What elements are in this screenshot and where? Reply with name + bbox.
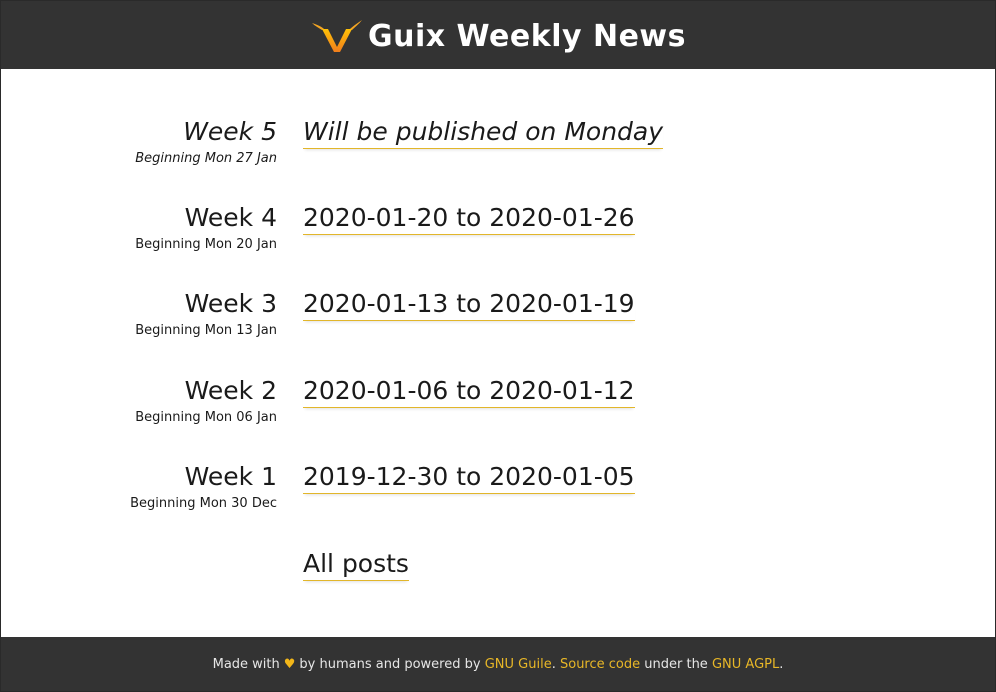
week-label: Week 3 Beginning Mon 13 Jan <box>135 289 277 339</box>
week-name: Week 4 <box>184 203 277 232</box>
week-entry-1: Week 1 Beginning Mon 30 Dec 2019-12-30 t… <box>1 462 995 522</box>
week-beginning: Beginning Mon 13 Jan <box>135 323 277 338</box>
week-name: Week 1 <box>184 462 277 491</box>
footer-made-with: Made with <box>212 656 280 672</box>
week-name: Week 5 <box>183 117 277 146</box>
week-entry-4: Week 4 Beginning Mon 20 Jan 2020-01-20 t… <box>1 203 995 263</box>
week-beginning: Beginning Mon 27 Jan <box>135 151 277 166</box>
site-title: Guix Weekly News <box>367 18 687 54</box>
week-link[interactable]: Will be published on Monday <box>303 117 664 149</box>
footer-period: . <box>551 656 556 672</box>
page: Guix Weekly News Week 5 Beginning Mon 27… <box>0 0 996 692</box>
week-link[interactable]: 2020-01-20 to 2020-01-26 <box>303 203 635 235</box>
footer-under-the: under the <box>644 656 708 672</box>
gnu-guile-link[interactable]: GNU Guile <box>485 657 552 672</box>
site-header: Guix Weekly News <box>1 1 995 69</box>
footer-period: . <box>779 656 784 672</box>
week-beginning: Beginning Mon 30 Dec <box>130 496 277 511</box>
week-name: Week 3 <box>184 289 277 318</box>
week-label: Week 2 Beginning Mon 06 Jan <box>135 376 277 426</box>
guix-logo-icon <box>311 20 362 52</box>
week-entry-3: Week 3 Beginning Mon 13 Jan 2020-01-13 t… <box>1 289 995 349</box>
week-link[interactable]: 2019-12-30 to 2020-01-05 <box>303 462 635 494</box>
weeks-list: Week 5 Beginning Mon 27 Jan Will be publ… <box>1 69 995 637</box>
week-beginning: Beginning Mon 06 Jan <box>135 410 277 425</box>
home-link[interactable]: Guix Weekly News <box>310 19 686 54</box>
week-label: Week 4 Beginning Mon 20 Jan <box>135 203 277 253</box>
footer-by-humans: by humans and powered by <box>299 656 481 672</box>
week-beginning: Beginning Mon 20 Jan <box>135 237 277 252</box>
week-entry-5: Week 5 Beginning Mon 27 Jan Will be publ… <box>1 117 995 177</box>
week-name: Week 2 <box>184 376 277 405</box>
gnu-agpl-link[interactable]: GNU AGPL <box>712 657 779 672</box>
site-footer: Made with ♥ by humans and powered by GNU G… <box>1 637 995 691</box>
heart-icon: ♥ <box>283 656 296 672</box>
footer-text: Made with ♥ by humans and powered by GNU G… <box>213 657 784 672</box>
week-label: Week 1 Beginning Mon 30 Dec <box>130 462 277 512</box>
source-code-link[interactable]: Source code <box>560 657 640 672</box>
week-link[interactable]: 2020-01-13 to 2020-01-19 <box>303 289 635 321</box>
week-label: Week 5 Beginning Mon 27 Jan <box>135 117 277 167</box>
week-link[interactable]: 2020-01-06 to 2020-01-12 <box>303 376 635 408</box>
all-posts-link[interactable]: All posts <box>303 549 409 581</box>
week-entry-2: Week 2 Beginning Mon 06 Jan 2020-01-06 t… <box>1 376 995 436</box>
